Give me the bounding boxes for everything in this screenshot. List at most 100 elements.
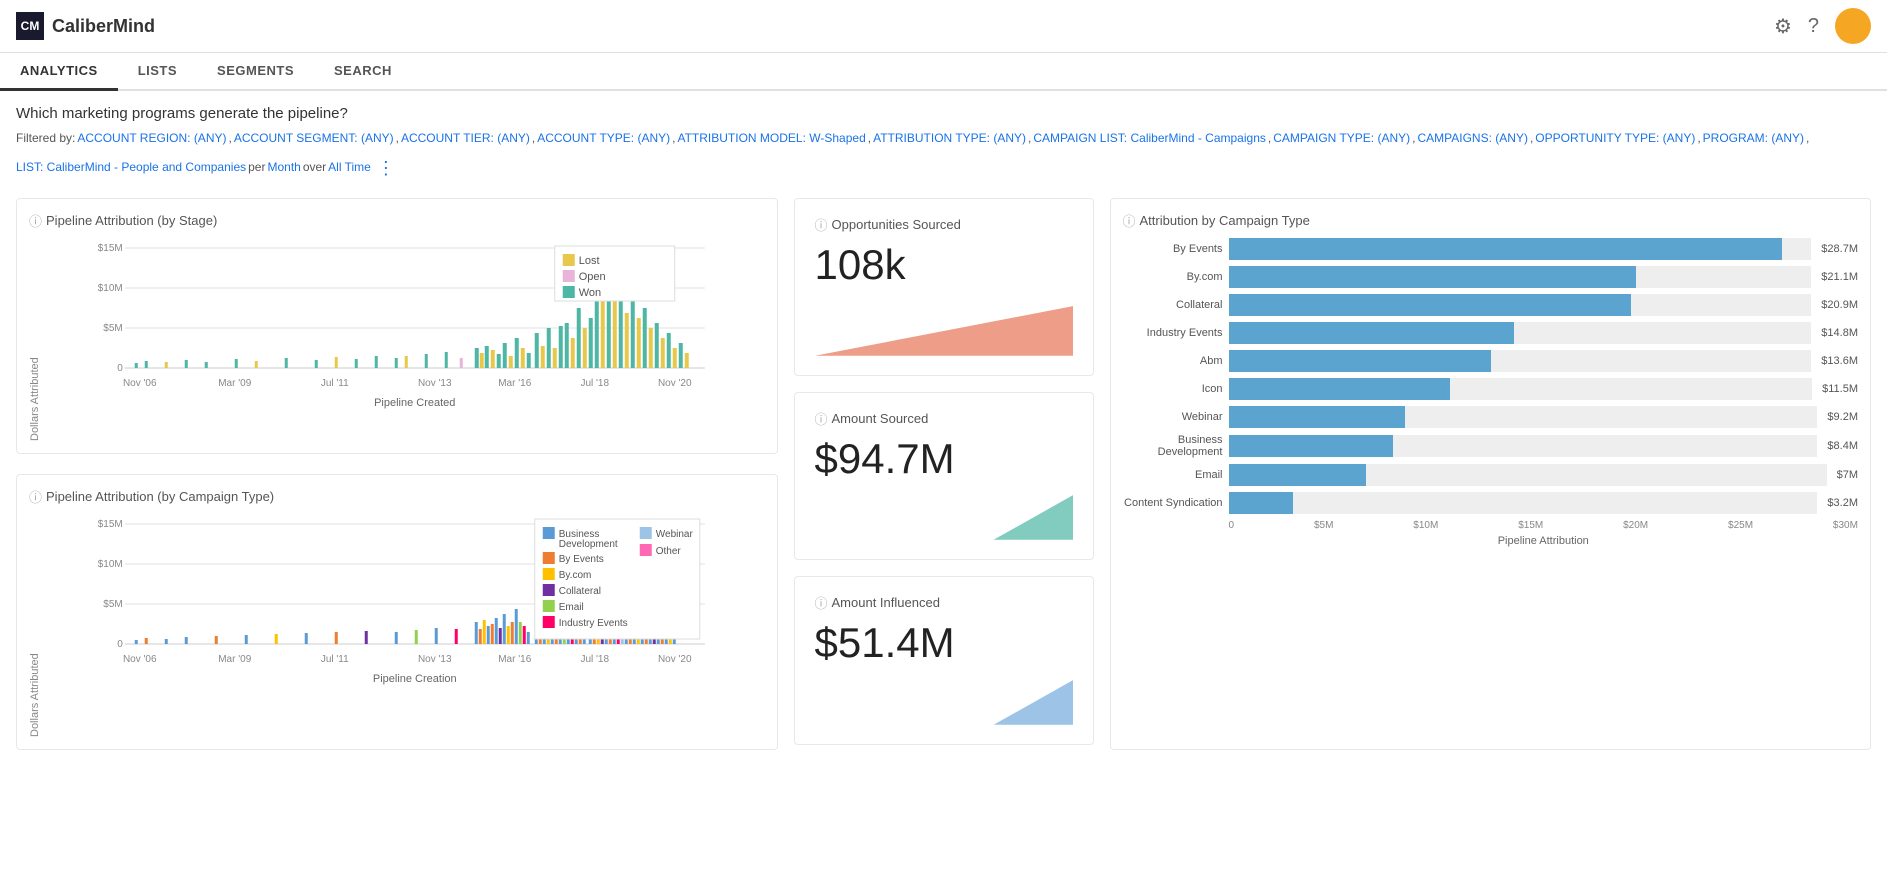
svg-text:Jul '11: Jul '11 (321, 654, 349, 665)
svg-text:Mar '09: Mar '09 (218, 378, 251, 389)
amount-influenced-info-icon: ⓘ (815, 593, 828, 612)
attribution-bar-track (1229, 378, 1813, 400)
attribution-title: ⓘ Attribution by Campaign Type (1123, 211, 1859, 230)
filter-account-type[interactable]: ACCOUNT TYPE: (ANY) (537, 128, 670, 150)
attribution-bar-label: Email (1123, 469, 1223, 481)
attribution-bar-label: Icon (1123, 383, 1223, 395)
svg-text:0: 0 (117, 639, 123, 650)
chart2-y-label: Dollars Attributed (29, 514, 41, 737)
user-avatar[interactable] (1835, 8, 1871, 44)
attribution-bar-fill (1229, 238, 1783, 260)
nav-segments[interactable]: SEGMENTS (197, 53, 314, 91)
svg-text:Nov '06: Nov '06 (123, 654, 157, 665)
help-icon[interactable]: ? (1808, 15, 1819, 38)
attribution-bar-row: Industry Events$14.8M (1123, 322, 1859, 344)
filter-list[interactable]: LIST: CaliberMind - People and Companies (16, 157, 246, 179)
filter-account-tier[interactable]: ACCOUNT TIER: (ANY) (401, 128, 530, 150)
filter-attribution-type[interactable]: ATTRIBUTION TYPE: (ANY) (873, 128, 1026, 150)
per-label: per (248, 157, 265, 179)
attribution-bar-row: Icon $11.5M (1123, 378, 1859, 400)
amount-sourced-value: $94.7M (815, 436, 1073, 482)
attribution-bar-label: Webinar (1123, 411, 1223, 423)
attribution-bar-fill (1229, 492, 1294, 514)
filter-attribution-model[interactable]: ATTRIBUTION MODEL: W-Shaped (677, 128, 865, 150)
nav-lists[interactable]: LISTS (118, 53, 197, 91)
attribution-bar-label: Industry Events (1123, 327, 1223, 339)
filter-bar: Filtered by: ACCOUNT REGION: (ANY) , ACC… (16, 128, 1871, 184)
svg-text:Nov '06: Nov '06 (123, 378, 157, 389)
header-actions: ⚙ ? (1774, 8, 1871, 44)
attribution-bar-fill (1229, 322, 1515, 344)
settings-icon[interactable]: ⚙ (1774, 14, 1792, 39)
attribution-panel: ⓘ Attribution by Campaign Type By Events… (1110, 198, 1872, 750)
svg-text:By.com: By.com (559, 570, 592, 581)
attribution-bar-value: $8.4M (1827, 440, 1858, 452)
over-value[interactable]: All Time (328, 157, 371, 179)
attribution-bar-fill (1229, 266, 1637, 288)
attribution-info-icon: ⓘ (1123, 211, 1136, 230)
filter-campaigns[interactable]: CAMPAIGNS: (ANY) (1417, 128, 1527, 150)
opportunities-value: 108k (815, 242, 1073, 288)
attribution-bar-label: By.com (1123, 271, 1223, 283)
svg-text:$15M: $15M (98, 519, 123, 530)
chart1-y-label: Dollars Attributed (29, 238, 41, 441)
attribution-bar-fill (1229, 435, 1394, 457)
filter-more-icon[interactable]: ⋮ (377, 152, 395, 184)
svg-text:Pipeline Creation: Pipeline Creation (373, 673, 457, 685)
chart2-svg: $15M $10M $5M 0 (45, 514, 765, 734)
attribution-bar-track (1229, 406, 1818, 428)
attribution-bar-row: By Events$28.7M (1123, 238, 1859, 260)
nav-analytics[interactable]: ANALYTICS (0, 53, 118, 91)
attribution-bar-label: Collateral (1123, 299, 1223, 311)
attribution-bar-track (1229, 435, 1818, 457)
filter-campaign-list[interactable]: CAMPAIGN LIST: CaliberMind - Campaigns (1033, 128, 1266, 150)
per-value[interactable]: Month (267, 157, 300, 179)
chart1-wrapper: Dollars Attributed $15M $10M $5M (29, 238, 765, 441)
attribution-bar-track (1229, 322, 1812, 344)
header: CM CaliberMind ⚙ ? (0, 0, 1887, 53)
svg-text:Lost: Lost (579, 255, 600, 267)
svg-text:Nov '20: Nov '20 (658, 378, 692, 389)
amount-influenced-sparkline (815, 675, 1073, 728)
chart1-title: ⓘ Pipeline Attribution (by Stage) (29, 211, 765, 230)
attribution-bar-track (1229, 350, 1812, 372)
filter-campaign-type[interactable]: CAMPAIGN TYPE: (ANY) (1273, 128, 1410, 150)
attribution-bar-row: Webinar $9.2M (1123, 406, 1859, 428)
attribution-bar-value: $11.5M (1822, 383, 1858, 395)
filter-program[interactable]: PROGRAM: (ANY) (1703, 128, 1804, 150)
svg-text:Collateral: Collateral (559, 586, 601, 597)
filter-prefix: Filtered by: (16, 128, 75, 150)
svg-text:$10M: $10M (98, 559, 123, 570)
logo-icon: CM (16, 12, 44, 40)
filter-account-segment[interactable]: ACCOUNT SEGMENT: (ANY) (234, 128, 394, 150)
svg-text:Webinar: Webinar (656, 529, 694, 540)
page-content: Which marketing programs generate the pi… (0, 91, 1887, 764)
metric-amount-sourced-label: ⓘ Amount Sourced (815, 409, 1073, 428)
svg-text:Other: Other (656, 546, 682, 557)
attribution-bar-row: Email$7M (1123, 464, 1859, 486)
attribution-bar-value: $21.1M (1821, 271, 1858, 283)
filter-account-region[interactable]: ACCOUNT REGION: (ANY) (77, 128, 226, 150)
attribution-x-labels: 0 $5M $10M $15M $20M $25M $30M (1229, 520, 1859, 531)
page-question: Which marketing programs generate the pi… (16, 105, 1871, 122)
chart2-info-icon: ⓘ (29, 487, 42, 506)
attribution-bar-fill (1229, 406, 1406, 428)
metric-opportunities: ⓘ Opportunities Sourced 108k (794, 198, 1094, 376)
attribution-bar-track (1229, 266, 1812, 288)
attribution-bar-row: Business Development$8.4M (1123, 434, 1859, 458)
chart-pipeline-by-stage: ⓘ Pipeline Attribution (by Stage) Dollar… (16, 198, 778, 454)
attribution-bar-value: $9.2M (1827, 411, 1858, 423)
nav-search[interactable]: SEARCH (314, 53, 412, 91)
attribution-bar-row: Abm$13.6M (1123, 350, 1859, 372)
attribution-x-title: Pipeline Attribution (1229, 535, 1859, 547)
logo-area: CM CaliberMind (16, 12, 155, 40)
svg-text:Email: Email (559, 602, 584, 613)
attribution-bar-fill (1229, 294, 1631, 316)
svg-text:Jul '11: Jul '11 (321, 378, 349, 389)
filter-opportunity-type[interactable]: OPPORTUNITY TYPE: (ANY) (1535, 128, 1695, 150)
attribution-bar-label: Abm (1123, 355, 1223, 367)
chart1-container: $15M $10M $5M 0 (45, 238, 765, 441)
attribution-bar-fill (1229, 378, 1451, 400)
amount-sourced-sparkline (815, 490, 1073, 543)
svg-text:Won: Won (579, 287, 601, 299)
